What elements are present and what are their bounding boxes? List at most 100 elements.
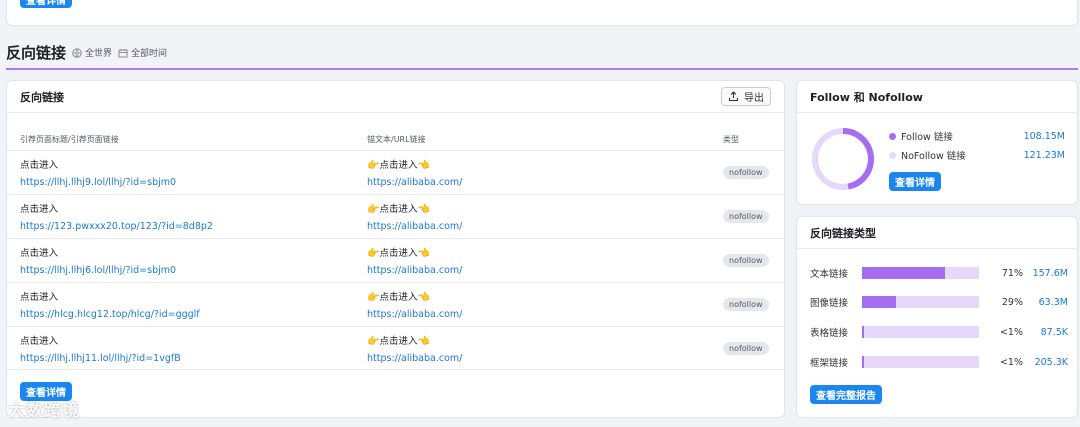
previous-section-card: 查看详情 bbox=[6, 0, 1078, 26]
calendar-icon bbox=[118, 48, 128, 57]
follow-card-title: Follow 和 Nofollow bbox=[810, 90, 923, 104]
type-row-image: 图像链接 29% 63.3M bbox=[810, 295, 1068, 309]
type-row-frame: 框架链接 <1% 205.3K bbox=[810, 355, 1068, 369]
type-row-text: 文本链接 71% 157.6M bbox=[810, 266, 1068, 280]
type-bar-fill bbox=[862, 267, 946, 279]
follow-details-button[interactable]: 查看详情 bbox=[889, 172, 941, 191]
type-row-form: 表格链接 <1% 87.5K bbox=[810, 325, 1068, 339]
section-header: 反向链接 全世界 全部时间 bbox=[6, 42, 167, 63]
watermark: 大数跨境 bbox=[8, 396, 80, 421]
legend-nofollow-value[interactable]: 121.23M bbox=[1024, 150, 1065, 161]
source-title: 点击进入 bbox=[20, 292, 59, 303]
follow-nofollow-card: Follow 和 Nofollow Follow 链接 108.15M NoFo… bbox=[796, 80, 1078, 205]
target-link[interactable]: https://alibaba.com/ bbox=[367, 262, 462, 279]
pointing-hand-left-icon: 👈 bbox=[417, 336, 430, 347]
anchor-text: 👉点击进入👈 bbox=[367, 245, 462, 262]
pointing-hand-left-icon: 👈 bbox=[417, 204, 430, 215]
type-percent: 71% bbox=[1001, 267, 1023, 279]
source-link[interactable]: https://123.pwxxx20.top/123/?id=8d8p2 bbox=[20, 218, 213, 235]
pointing-hand-left-icon: 👈 bbox=[417, 248, 430, 259]
globe-icon bbox=[72, 47, 82, 58]
type-percent: <1% bbox=[999, 356, 1023, 368]
view-details-button-top[interactable]: 查看详情 bbox=[20, 0, 72, 8]
type-percent: <1% bbox=[999, 326, 1023, 338]
table-header: 引荐页面标题/引荐页面链接 锚文本/URL链接 类型 bbox=[7, 128, 784, 150]
backlink-types-card: 反向链接类型 文本链接 71% 157.6M 图像链接 29% 63.3M 表格… bbox=[796, 216, 1078, 418]
legend-follow-value[interactable]: 108.15M bbox=[1024, 131, 1065, 142]
nofollow-badge: nofollow bbox=[723, 342, 769, 355]
type-value[interactable]: 157.6M bbox=[1033, 268, 1068, 279]
nofollow-badge: nofollow bbox=[723, 166, 769, 179]
pointing-hand-right-icon: 👉 bbox=[367, 336, 380, 347]
table-row: 点击进入 https://llhj.llhj11.lol/llhj/?id=1vg… bbox=[7, 326, 784, 370]
column-header-anchor: 锚文本/URL链接 bbox=[367, 135, 426, 144]
legend-nofollow-label: NoFollow 链接 bbox=[901, 151, 966, 162]
full-report-button[interactable]: 查看完整报告 bbox=[810, 385, 882, 404]
period-filter[interactable]: 全部时间 bbox=[118, 46, 167, 59]
pointing-hand-left-icon: 👈 bbox=[417, 292, 430, 303]
type-bar-fill bbox=[862, 296, 896, 308]
type-label: 文本链接 bbox=[810, 269, 849, 280]
table-row: 点击进入 https://llhj.llhj9.lol/llhj/?id=sbjm… bbox=[7, 150, 784, 194]
pointing-hand-right-icon: 👉 bbox=[367, 248, 380, 259]
source-link[interactable]: https://llhj.llhj9.lol/llhj/?id=sbjm0 bbox=[20, 174, 176, 191]
type-bar-fill bbox=[862, 356, 864, 368]
source-title: 点击进入 bbox=[20, 336, 59, 347]
column-header-source: 引荐页面标题/引荐页面链接 bbox=[20, 135, 119, 144]
type-bar bbox=[862, 296, 979, 308]
section-divider bbox=[6, 68, 1078, 70]
export-button[interactable]: 导出 bbox=[721, 87, 771, 106]
nofollow-badge: nofollow bbox=[723, 210, 769, 223]
source-title: 点击进入 bbox=[20, 248, 59, 259]
watermark-text: 大数跨境 bbox=[8, 401, 80, 421]
table-row: 点击进入 https://llhj.llhj6.lol/llhj/?id=sbjm… bbox=[7, 238, 784, 282]
anchor-text: 👉点击进入👈 bbox=[367, 289, 462, 306]
type-label: 图像链接 bbox=[810, 298, 849, 309]
region-filter[interactable]: 全世界 bbox=[72, 46, 112, 59]
type-percent: 29% bbox=[1001, 296, 1023, 308]
types-card-header: 反向链接类型 bbox=[797, 217, 1077, 249]
target-link[interactable]: https://alibaba.com/ bbox=[367, 174, 462, 191]
legend-follow: Follow 链接 108.15M bbox=[889, 129, 1065, 143]
table-row: 点击进入 https://hlcg.hlcg12.top/hlcg/?id=ggg… bbox=[7, 282, 784, 326]
type-bar bbox=[862, 326, 979, 338]
anchor-text: 👉点击进入👈 bbox=[367, 333, 462, 350]
backlinks-card-header: 反向链接 导出 bbox=[7, 81, 784, 113]
table-row: 点击进入 https://123.pwxxx20.top/123/?id=8d8p… bbox=[7, 194, 784, 238]
pointing-hand-right-icon: 👉 bbox=[367, 292, 380, 303]
anchor-text: 👉点击进入👈 bbox=[367, 201, 462, 218]
types-card-title: 反向链接类型 bbox=[810, 226, 876, 240]
anchor-text: 👉点击进入👈 bbox=[367, 157, 462, 174]
target-link[interactable]: https://alibaba.com/ bbox=[367, 350, 462, 367]
follow-card-header: Follow 和 Nofollow bbox=[797, 81, 1077, 113]
pointing-hand-right-icon: 👉 bbox=[367, 204, 380, 215]
backlinks-card: 反向链接 导出 引荐页面标题/引荐页面链接 锚文本/URL链接 类型 点击进入 h… bbox=[6, 80, 785, 418]
follow-donut-chart bbox=[812, 128, 874, 190]
legend-nofollow: NoFollow 链接 121.23M bbox=[889, 148, 1065, 162]
upload-icon bbox=[728, 91, 739, 102]
source-title: 点击进入 bbox=[20, 160, 59, 171]
nofollow-badge: nofollow bbox=[723, 298, 769, 311]
source-link[interactable]: https://hlcg.hlcg12.top/hlcg/?id=ggglf bbox=[20, 306, 200, 323]
type-value[interactable]: 87.5K bbox=[1041, 327, 1068, 338]
type-bar bbox=[862, 356, 979, 368]
source-title: 点击进入 bbox=[20, 204, 59, 215]
export-label: 导出 bbox=[744, 93, 764, 104]
type-label: 框架链接 bbox=[810, 358, 849, 369]
type-value[interactable]: 63.3M bbox=[1039, 297, 1068, 308]
type-bar bbox=[862, 267, 979, 279]
follow-dot-icon bbox=[889, 132, 896, 140]
column-header-type: 类型 bbox=[723, 135, 739, 144]
type-value[interactable]: 205.3K bbox=[1035, 357, 1068, 368]
type-bar-fill bbox=[862, 326, 864, 338]
section-title: 反向链接 bbox=[6, 44, 67, 62]
target-link[interactable]: https://alibaba.com/ bbox=[367, 306, 462, 323]
nofollow-badge: nofollow bbox=[723, 254, 769, 267]
pointing-hand-left-icon: 👈 bbox=[417, 160, 430, 171]
backlinks-card-title: 反向链接 bbox=[20, 90, 64, 104]
pointing-hand-right-icon: 👉 bbox=[367, 160, 380, 171]
target-link[interactable]: https://alibaba.com/ bbox=[367, 218, 462, 235]
source-link[interactable]: https://llhj.llhj11.lol/llhj/?id=1vgfB bbox=[20, 350, 181, 367]
period-label: 全部时间 bbox=[131, 49, 168, 59]
source-link[interactable]: https://llhj.llhj6.lol/llhj/?id=sbjm0 bbox=[20, 262, 176, 279]
